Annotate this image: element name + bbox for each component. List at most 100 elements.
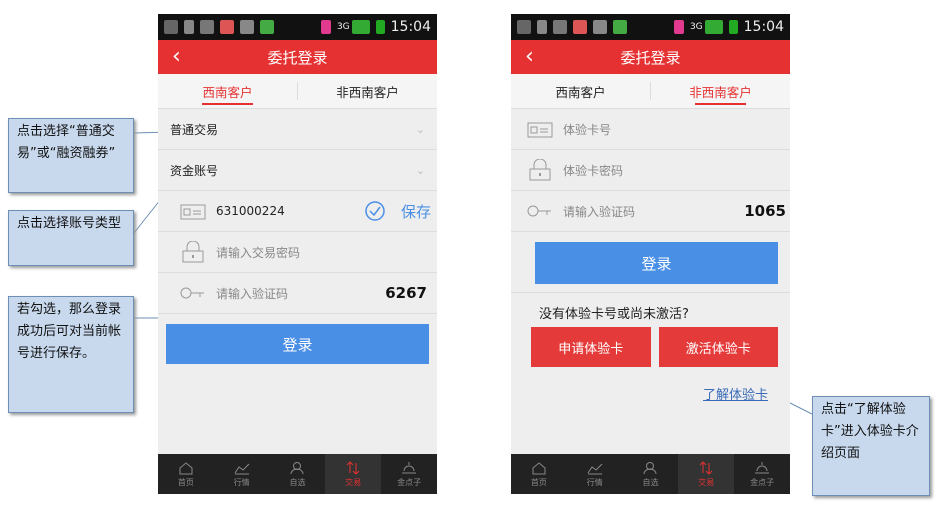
title-bar: ‹ 委托登录 — [158, 40, 437, 74]
trade-type-select[interactable]: 普通交易 ⌄ — [158, 109, 437, 150]
nav-label: 金点子 — [750, 477, 775, 487]
nav-market[interactable]: 行情 — [567, 454, 623, 494]
account-type-select[interactable]: 资金账号 ⌄ — [158, 150, 437, 191]
captcha-input[interactable]: 请输入验证码 — [216, 285, 288, 302]
notification-icon — [517, 20, 531, 34]
status-bar: 3G 15:04 — [511, 14, 790, 40]
phone-screen-login-xinan: 3G 15:04 ‹ 委托登录 西南客户 非西南客户 普通交易 ⌄ 资金账号 ⌄… — [158, 14, 437, 494]
captcha-code[interactable]: 6267 — [385, 284, 427, 302]
lock-icon — [180, 241, 206, 263]
chevron-down-icon: ⌄ — [415, 163, 425, 177]
battery-icon — [728, 20, 738, 34]
login-button[interactable]: 登录 — [166, 324, 429, 364]
callout-account-type: 点击选择账号类型 — [8, 210, 134, 266]
nav-label: 首页 — [177, 477, 194, 487]
nav-home[interactable]: 首页 — [158, 454, 214, 494]
id-card-icon — [527, 120, 553, 138]
nav-trade[interactable]: 交易 — [678, 454, 735, 494]
password-input[interactable]: 请输入交易密码 — [216, 244, 300, 261]
usb-icon — [537, 20, 547, 34]
phone-screen-login-trial: 3G 15:04 ‹ 委托登录 西南客户 非西南客户 体验卡号 体验卡密码 请输… — [511, 14, 790, 494]
tab-non-xinan-customer[interactable]: 非西南客户 — [298, 74, 437, 108]
mail-icon — [240, 20, 254, 34]
nav-trade[interactable]: 交易 — [325, 454, 382, 494]
nav-ideas[interactable]: 金点子 — [381, 454, 437, 494]
customer-tabs: 西南客户 非西南客户 — [511, 74, 790, 109]
home-icon — [179, 461, 193, 474]
nav-home[interactable]: 首页 — [511, 454, 567, 494]
network-label: 3G — [689, 22, 703, 32]
chart-icon — [587, 463, 603, 474]
nav-label: 行情 — [586, 477, 603, 487]
trial-card-input[interactable]: 体验卡号 — [563, 121, 611, 138]
nav-ideas[interactable]: 金点子 — [734, 454, 790, 494]
nav-label: 金点子 — [397, 477, 422, 487]
login-button[interactable]: 登录 — [535, 242, 778, 284]
app2-icon — [260, 20, 274, 34]
home-icon — [532, 461, 546, 474]
trial-password-row: 体验卡密码 — [511, 150, 790, 191]
account-number-row: 631000224 保存 — [158, 191, 437, 232]
chevron-down-icon: ⌄ — [415, 122, 425, 136]
nav-watchlist[interactable]: 自选 — [270, 454, 326, 494]
app-icon — [220, 20, 234, 34]
trade-arrows-icon — [699, 460, 713, 475]
save-label[interactable]: 保存 — [401, 201, 431, 222]
user-icon — [643, 461, 657, 474]
check-circle-icon — [365, 201, 385, 221]
image-icon — [200, 20, 214, 34]
sunrise-icon — [402, 461, 417, 473]
trial-password-input[interactable]: 体验卡密码 — [563, 162, 623, 179]
learn-trial-card-link[interactable]: 了解体验卡 — [703, 384, 768, 403]
tab-non-xinan-customer[interactable]: 非西南客户 — [651, 74, 790, 108]
back-icon[interactable]: ‹ — [525, 44, 534, 69]
battery-icon — [375, 20, 385, 34]
user-icon — [290, 461, 304, 474]
callout-save-tip: 若勾选，那么登录成功后可对当前帐号进行保存。 — [8, 296, 134, 413]
key-icon — [180, 284, 206, 302]
mail-icon — [593, 20, 607, 34]
nav-label: 交易 — [345, 477, 362, 487]
captcha-code[interactable]: 1065 — [744, 202, 786, 220]
tab-xinan-customer[interactable]: 西南客户 — [511, 74, 650, 108]
trade-type-value: 普通交易 — [170, 122, 219, 137]
account-type-value: 资金账号 — [170, 163, 219, 178]
page-title: 委托登录 — [620, 48, 681, 67]
password-row: 请输入交易密码 — [158, 232, 437, 273]
app2-icon — [613, 20, 627, 34]
nav-watchlist[interactable]: 自选 — [623, 454, 679, 494]
trial-card-row: 体验卡号 — [511, 109, 790, 150]
activate-trial-card-button[interactable]: 激活体验卡 — [658, 327, 778, 367]
nav-label: 自选 — [289, 477, 306, 487]
account-number-input[interactable]: 631000224 — [216, 204, 285, 218]
bottom-nav: 首页 行情 自选 交易 金点子 — [511, 454, 790, 494]
status-time: 15:04 — [743, 19, 784, 35]
captcha-input[interactable]: 请输入验证码 — [563, 203, 635, 220]
chart-icon — [234, 463, 250, 474]
id-card-icon — [180, 202, 206, 220]
lock-icon — [527, 159, 553, 181]
notification-icon — [164, 20, 178, 34]
page-title: 委托登录 — [267, 48, 328, 67]
status-bar: 3G 15:04 — [158, 14, 437, 40]
callout-learn-tip: 点击“了解体验卡”进入体验卡介绍页面 — [812, 396, 930, 496]
trade-arrows-icon — [346, 460, 360, 475]
bottom-nav: 首页 行情 自选 交易 金点子 — [158, 454, 437, 494]
status-time: 15:04 — [390, 19, 431, 35]
back-icon[interactable]: ‹ — [172, 44, 181, 69]
save-checkbox[interactable] — [365, 201, 385, 224]
callout-connectors — [133, 131, 813, 415]
tab-xinan-customer[interactable]: 西南客户 — [158, 74, 297, 108]
nav-market[interactable]: 行情 — [214, 454, 270, 494]
callout-trade-type: 点击选择“普通交易”或“融资融券” — [8, 118, 134, 193]
nav-label: 自选 — [642, 477, 659, 487]
app-icon — [573, 20, 587, 34]
nav-label: 首页 — [530, 477, 547, 487]
no-card-text: 没有体验卡号或尚未激活? — [539, 307, 689, 322]
usb-icon — [184, 20, 194, 34]
app3-icon — [673, 20, 684, 34]
image-icon — [553, 20, 567, 34]
nav-label: 交易 — [698, 477, 715, 487]
signal-icon — [351, 20, 370, 34]
apply-trial-card-button[interactable]: 申请体验卡 — [531, 327, 651, 367]
